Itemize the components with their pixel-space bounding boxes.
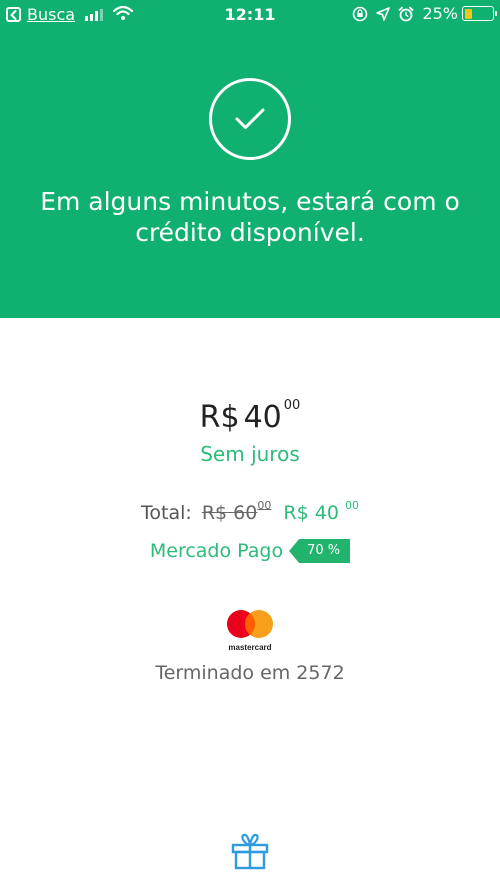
discount-badge: 70 % (289, 539, 351, 563)
battery-icon (462, 6, 497, 21)
rotation-lock-icon (352, 6, 368, 22)
final-price: R$ 40 00 (283, 499, 359, 524)
battery-percent: 25% (422, 4, 458, 23)
mastercard-wordmark: mastercard (228, 643, 271, 652)
alarm-icon (398, 6, 414, 22)
card-ending: Terminado em 2572 (155, 662, 345, 684)
gift-icon[interactable] (230, 832, 270, 870)
amount-cents: 00 (283, 398, 301, 413)
location-icon (376, 6, 391, 21)
success-header: Busca 12:11 25% Em alguns minutos, estar… (0, 0, 500, 318)
installment-note: Sem juros (200, 442, 300, 466)
amount-integer: 40 (243, 400, 282, 435)
amount-currency: R$ (199, 400, 240, 435)
mastercard-logo: mastercard (222, 608, 278, 654)
original-price: R$ 6000 (201, 499, 272, 524)
total-label: Total: (141, 502, 192, 524)
success-message: Em alguns minutos, estará com o crédito … (40, 187, 460, 247)
total-row: Total: R$ 6000 R$ 40 00 (0, 499, 500, 524)
discount-label: Mercado Pago (149, 540, 284, 562)
check-circle-icon (209, 78, 291, 160)
installment-amount: R$ 40 00 (0, 398, 500, 435)
discount-row: Mercado Pago 70 % (0, 539, 500, 563)
status-indicators: 25% (344, 4, 497, 23)
status-bar: Busca 12:11 25% (0, 0, 500, 30)
